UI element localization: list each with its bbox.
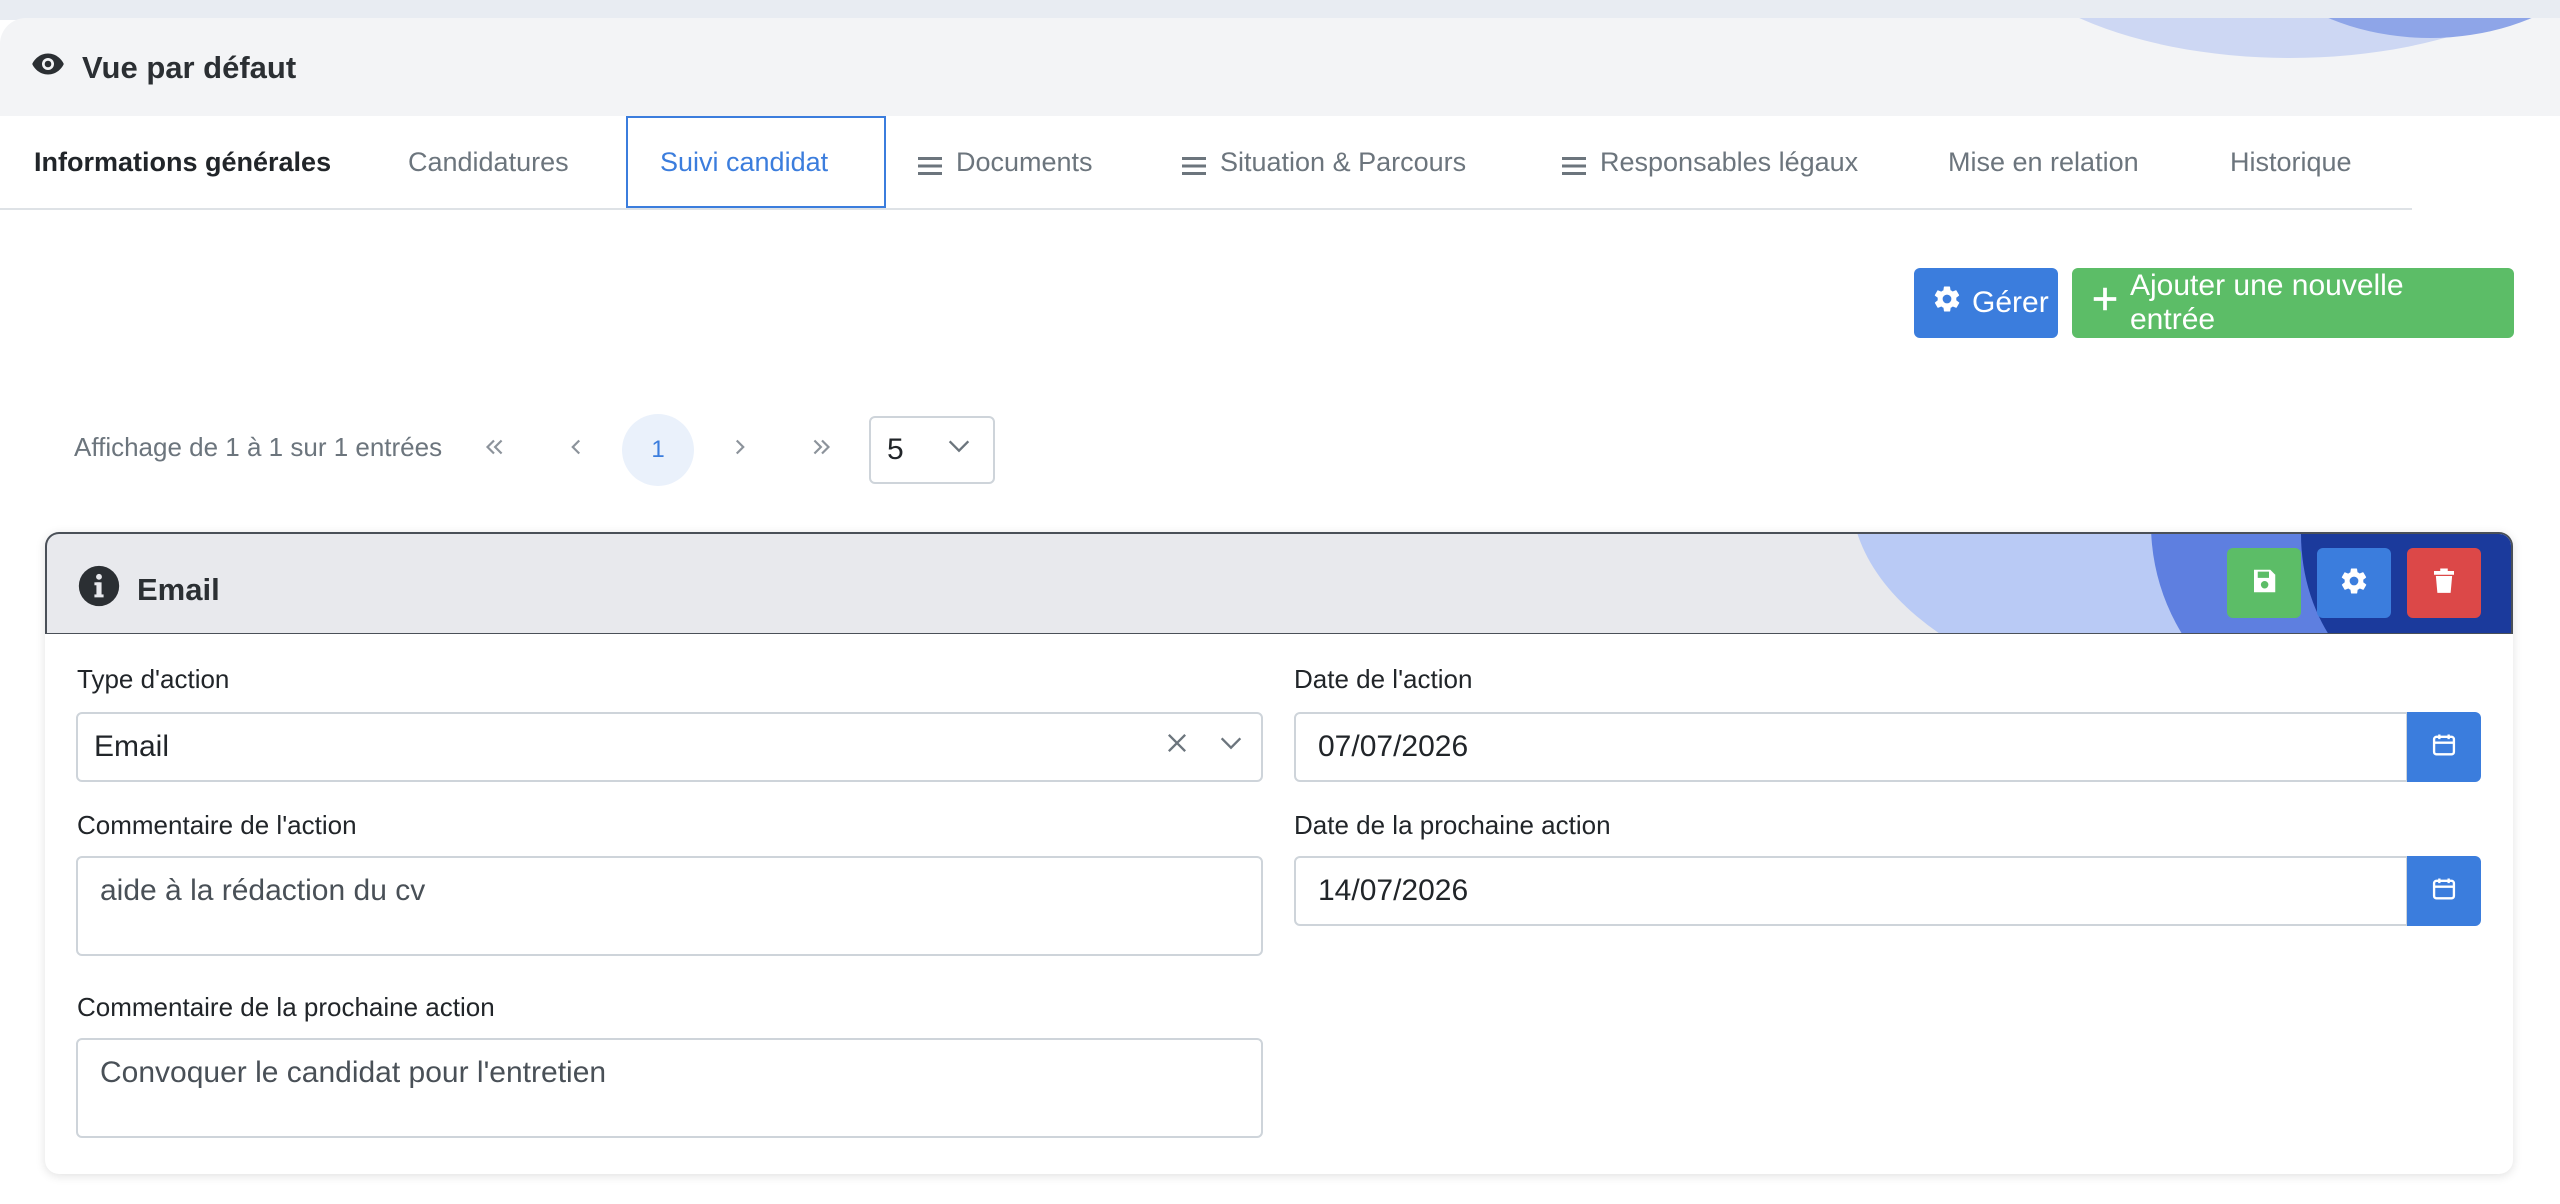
action-comment-value: aide à la rédaction du cv	[100, 874, 426, 907]
list-icon	[918, 152, 942, 175]
view-header: Vue par défaut	[0, 18, 2560, 116]
tab-mise-en-relation[interactable]: Mise en relation	[1916, 116, 2171, 208]
action-type-value: Email	[94, 730, 170, 763]
tab-informations-generales[interactable]: Informations générales	[2, 116, 363, 208]
entry-card-header: Email	[45, 532, 2513, 634]
tab-label: Candidatures	[408, 146, 569, 177]
manage-button[interactable]: Gérer	[1914, 268, 2058, 338]
trash-icon	[2429, 566, 2459, 601]
tab-suivi-candidat[interactable]: Suivi candidat	[626, 116, 886, 208]
tab-bar: Informations générales Candidatures Suiv…	[0, 116, 2412, 210]
view-selector[interactable]: Vue par défaut	[30, 46, 296, 90]
view-title: Vue par défaut	[82, 50, 297, 85]
action-comment-label: Commentaire de l'action	[77, 810, 357, 840]
page-button-current[interactable]: 1	[622, 414, 694, 486]
settings-button[interactable]	[2317, 548, 2391, 618]
double-chevron-right-icon	[809, 434, 835, 467]
next-action-date-label: Date de la prochaine action	[1294, 810, 1611, 840]
page-number: 1	[651, 436, 665, 463]
tab-label: Responsables légaux	[1600, 146, 1859, 177]
calendar-icon	[2430, 875, 2458, 908]
list-icon	[1182, 152, 1206, 175]
page-size-value: 5	[887, 433, 904, 466]
action-comment-textarea[interactable]: aide à la rédaction du cv	[76, 856, 1263, 956]
double-chevron-left-icon	[481, 434, 507, 467]
last-page-button[interactable]	[786, 414, 858, 486]
next-action-comment-label: Commentaire de la prochaine action	[77, 992, 495, 1022]
action-date-input[interactable]: 07/07/2026	[1294, 712, 2408, 782]
next-action-date-value: 14/07/2026	[1318, 874, 1469, 907]
tab-candidatures[interactable]: Candidatures	[376, 116, 601, 208]
tab-label: Mise en relation	[1948, 146, 2139, 177]
action-type-label: Type d'action	[77, 664, 230, 694]
next-page-button[interactable]	[704, 414, 776, 486]
action-type-select[interactable]: Email	[76, 712, 1263, 782]
tab-label: Documents	[956, 146, 1093, 177]
manage-label: Gérer	[1972, 286, 2049, 319]
tab-historique[interactable]: Historique	[2198, 116, 2384, 208]
action-date-label: Date de l'action	[1294, 664, 1473, 694]
plus-icon	[2090, 284, 2120, 322]
previous-page-button[interactable]	[540, 414, 612, 486]
chevron-down-icon	[945, 432, 973, 468]
next-action-date-calendar-button[interactable]	[2407, 856, 2481, 926]
page-size-select[interactable]: 5	[869, 416, 995, 484]
chevron-down-icon[interactable]	[1217, 729, 1245, 765]
add-entry-label: Ajouter une nouvelle entrée	[2130, 269, 2404, 336]
top-strip	[0, 0, 2560, 20]
tab-label: Historique	[2230, 146, 2352, 177]
tab-label: Situation & Parcours	[1220, 146, 1467, 177]
clear-icon[interactable]	[1163, 729, 1191, 765]
list-icon	[1562, 152, 1586, 175]
save-button[interactable]	[2227, 548, 2301, 618]
tab-situation-parcours[interactable]: Situation & Parcours	[1150, 116, 1498, 208]
first-page-button[interactable]	[458, 414, 530, 486]
chevron-right-icon	[727, 434, 753, 467]
gear-icon	[1932, 284, 1962, 322]
gear-icon	[2339, 566, 2369, 601]
chevron-left-icon	[563, 434, 589, 467]
eye-icon	[30, 46, 66, 90]
next-action-comment-value: Convoquer le candidat pour l'entretien	[100, 1056, 607, 1089]
entry-card: Email Type d'action Email Commentaire de	[45, 532, 2513, 1174]
pagination-info: Affichage de 1 à 1 sur 1 entrées	[74, 432, 443, 462]
info-icon	[77, 564, 121, 616]
next-action-date-input[interactable]: 14/07/2026	[1294, 856, 2408, 926]
tab-responsables-legaux[interactable]: Responsables légaux	[1530, 116, 1890, 208]
add-entry-button[interactable]: Ajouter une nouvelle entrée	[2072, 268, 2514, 338]
floppy-disk-icon	[2249, 566, 2279, 601]
calendar-icon	[2430, 731, 2458, 764]
tab-documents[interactable]: Documents	[886, 116, 1125, 208]
entry-title-text: Email	[137, 572, 220, 607]
tab-label: Suivi candidat	[660, 146, 829, 177]
delete-button[interactable]	[2407, 548, 2481, 618]
entry-title: Email	[77, 564, 220, 616]
action-date-value: 07/07/2026	[1318, 730, 1469, 763]
tab-label: Informations générales	[34, 146, 332, 177]
next-action-comment-textarea[interactable]: Convoquer le candidat pour l'entretien	[76, 1038, 1263, 1138]
action-date-calendar-button[interactable]	[2407, 712, 2481, 782]
